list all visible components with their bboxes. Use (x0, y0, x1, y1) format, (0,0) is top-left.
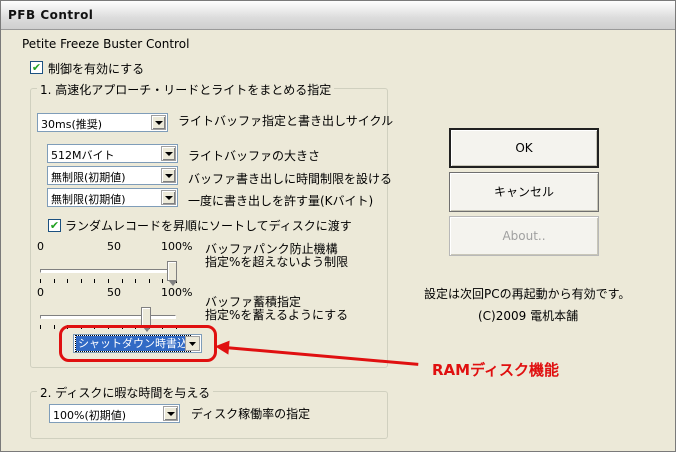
app-name-label: Petite Freeze Buster Control (22, 37, 190, 51)
slider1-tick-mark (108, 279, 109, 283)
write-amount-select[interactable]: 無制限(初期値) (47, 188, 178, 207)
slider1-tick-100: 100% (161, 240, 193, 253)
slider1-tick-mark (122, 279, 123, 283)
slider2-label-2: 指定%を蓄えるようにする (205, 308, 349, 322)
write-amount-value: 無制限(初期値) (51, 193, 126, 206)
about-button[interactable]: About.. (449, 216, 599, 256)
write-amount-label: 一度に書き出しを許す量(Kバイト) (188, 194, 374, 208)
slider2-tick-50: 50 (107, 286, 121, 299)
time-limit-value: 無制限(初期値) (51, 171, 126, 184)
slider2-thumb[interactable] (141, 307, 151, 332)
group-disk-idle-label: 2. ディスクに暇な時間を与える (37, 384, 214, 401)
slider1-tick-50: 50 (107, 240, 121, 253)
time-limit-select[interactable]: 無制限(初期値) (47, 166, 178, 185)
time-limit-label: バッファ書き出しに時間制限を設ける (188, 172, 393, 186)
chevron-down-icon[interactable] (161, 190, 176, 205)
chevron-down-icon[interactable] (163, 406, 178, 421)
restart-notice: 設定は次回PCの再起動から有効です。 (424, 287, 631, 301)
chevron-down-icon[interactable] (161, 146, 176, 161)
slider2-track (40, 315, 176, 319)
slider1-thumb[interactable] (167, 261, 177, 286)
slider1-tick-mark (135, 279, 136, 283)
write-cycle-select[interactable]: 30ms(推奨) (37, 113, 168, 132)
slider1-tick-mark (149, 279, 150, 283)
random-sort-label: ランダムレコードを昇順にソートしてディスクに渡す (65, 219, 352, 233)
disk-rate-label: ディスク稼働率の指定 (191, 407, 311, 421)
copyright-text: (C)2009 電机本舗 (478, 309, 579, 323)
slider1-tick-mark (67, 279, 68, 283)
slider2-tick-100: 100% (161, 286, 193, 299)
title-bar[interactable]: PFB Control (1, 1, 675, 30)
buffer-size-select[interactable]: 512Mバイト (47, 144, 178, 163)
slider2-tick-0: 0 (37, 286, 44, 299)
slider1-tick-mark (162, 279, 163, 283)
slider1-tick-mark (40, 279, 41, 283)
slider1-label-2: 指定%を超えないよう制限 (205, 255, 349, 269)
pfb-control-window: PFB Control Petite Freeze Buster Control… (0, 0, 676, 452)
buffer-size-value: 512Mバイト (51, 149, 115, 162)
group-speedup-label: 1. 高速化アプローチ・リードとライトをまとめる指定 (37, 81, 335, 98)
chevron-down-icon[interactable] (161, 168, 176, 183)
enable-control-label: 制御を有効にする (48, 62, 145, 76)
slider1-tick-mark (81, 279, 82, 283)
enable-control-checkbox[interactable]: ✔ (30, 61, 43, 74)
random-sort-checkbox[interactable]: ✔ (48, 219, 61, 232)
slider1-tick-mark (94, 279, 95, 283)
write-cycle-label: ライトバッファ指定と書き出しサイクル (178, 114, 394, 128)
slider1-tick-mark (54, 279, 55, 283)
slider2-tick-mark (40, 325, 41, 329)
ok-button[interactable]: OK (449, 128, 599, 168)
window-title: PFB Control (8, 8, 94, 22)
cancel-button[interactable]: キャンセル (449, 172, 599, 212)
write-cycle-value: 30ms(推奨) (41, 118, 103, 131)
disk-rate-select[interactable]: 100%(初期値) (49, 404, 180, 423)
chevron-down-icon[interactable] (151, 115, 166, 130)
buffer-size-label: ライトバッファの大きさ (188, 149, 321, 163)
slider2-tick-mark (54, 325, 55, 329)
disk-rate-value: 100%(初期値) (53, 409, 127, 422)
annotation-highlight-box (59, 325, 217, 362)
slider1-tick-0: 0 (37, 240, 44, 253)
slider1-track (40, 269, 176, 273)
ram-disk-annotation: RAMディスク機能 (432, 361, 560, 379)
